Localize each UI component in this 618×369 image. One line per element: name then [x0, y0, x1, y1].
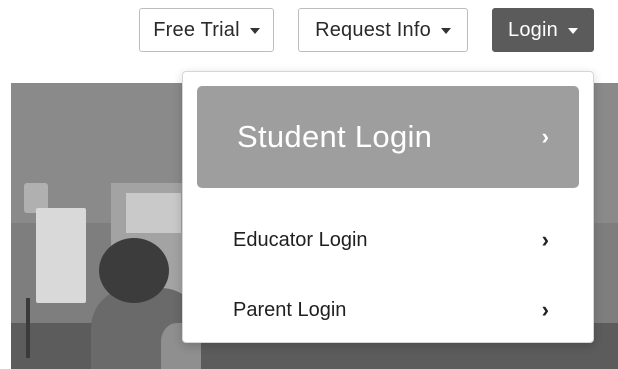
request-info-label: Request Info: [315, 18, 431, 41]
login-dropdown-button[interactable]: Login: [492, 8, 594, 52]
photo-whiteboard: [36, 208, 86, 303]
caret-down-icon: [440, 28, 451, 34]
photo-stand: [26, 298, 30, 358]
parent-login-label: Parent Login: [233, 298, 347, 321]
educator-login-menu-item[interactable]: Educator Login ›: [197, 212, 579, 268]
free-trial-label: Free Trial: [153, 18, 240, 41]
chevron-right-icon: ›: [541, 297, 549, 322]
photo-poster: [126, 193, 181, 233]
photo-student-head: [99, 238, 169, 303]
login-label: Login: [508, 18, 558, 41]
chevron-right-icon: ›: [541, 227, 549, 252]
student-login-label: Student Login: [237, 119, 433, 154]
caret-down-icon: [567, 28, 578, 34]
chevron-right-icon: ›: [541, 124, 549, 149]
login-dropdown-menu: Student Login › Educator Login › Parent …: [182, 71, 594, 343]
caret-down-icon: [249, 28, 260, 34]
student-login-menu-item[interactable]: Student Login ›: [197, 86, 579, 188]
educator-login-label: Educator Login: [233, 228, 368, 251]
request-info-dropdown-button[interactable]: Request Info: [298, 8, 468, 52]
parent-login-menu-item[interactable]: Parent Login ›: [197, 282, 579, 338]
free-trial-dropdown-button[interactable]: Free Trial: [139, 8, 274, 52]
